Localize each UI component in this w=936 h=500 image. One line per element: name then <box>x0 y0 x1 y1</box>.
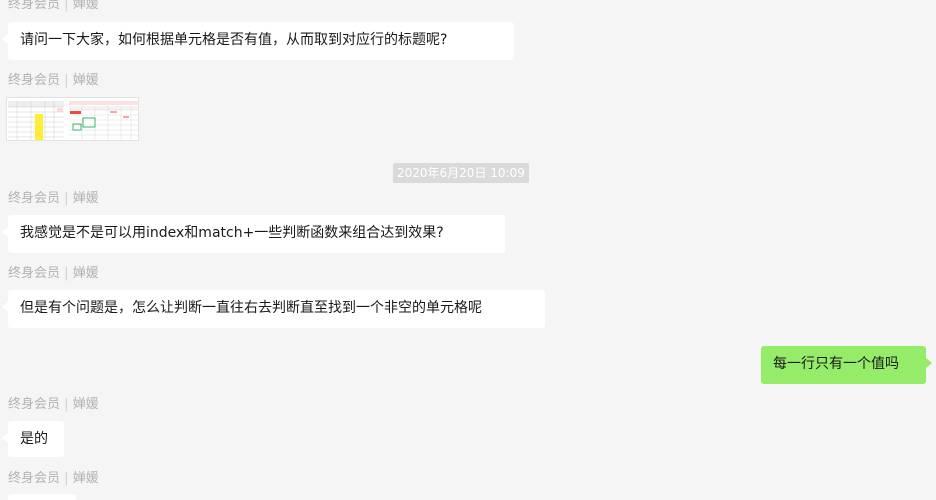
sender-separator: | <box>64 191 69 206</box>
sender-separator: | <box>64 397 69 412</box>
sender-label: 终身会员 | 婵媛 <box>8 0 99 12</box>
self-message-bubble[interactable]: 每一行只有一个值吗 <box>761 346 932 384</box>
message-bubble[interactable]: 请问一下大家，如何根据单元格是否有值，从而取到对应行的标题呢? <box>2 22 514 60</box>
sender-name: 婵媛 <box>72 73 99 88</box>
sender-level: 终身会员 <box>8 73 61 88</box>
sender-level: 终身会员 <box>8 471 61 486</box>
sender-level: 终身会员 <box>8 397 61 412</box>
message-bubble-partial[interactable] <box>8 494 76 500</box>
sender-separator: | <box>64 266 69 281</box>
sender-separator: | <box>64 73 69 88</box>
sender-name: 婵媛 <box>72 0 99 12</box>
message-bubble[interactable]: 是的 <box>2 421 64 457</box>
sender-level: 终身会员 <box>8 191 61 206</box>
sender-name: 婵媛 <box>72 471 99 486</box>
sender-label: 终身会员 | 婵媛 <box>8 398 99 412</box>
spreadsheet-thumbnail-icon <box>7 98 138 140</box>
sender-separator: | <box>64 0 69 12</box>
spreadsheet-image-attachment[interactable] <box>6 97 139 141</box>
sender-separator: | <box>64 471 69 486</box>
message-bubble[interactable]: 但是有个问题是，怎么让判断一直往右去判断直至找到一个非空的单元格呢 <box>2 290 545 328</box>
chat-message-list[interactable]: 终身会员 | 婵媛 请问一下大家，如何根据单元格是否有值，从而取到对应行的标题呢… <box>0 0 936 500</box>
sender-label: 终身会员 | 婵媛 <box>8 74 99 88</box>
sender-label: 终身会员 | 婵媛 <box>8 267 99 281</box>
sender-level: 终身会员 <box>8 0 61 12</box>
sender-label: 终身会员 | 婵媛 <box>8 192 99 206</box>
sender-name: 婵媛 <box>72 397 99 412</box>
sender-label: 终身会员 | 婵媛 <box>8 472 99 486</box>
sender-level: 终身会员 <box>8 266 61 281</box>
sender-name: 婵媛 <box>72 266 99 281</box>
timestamp-divider: 2020年6月20日 10:09 <box>393 163 529 183</box>
sender-name: 婵媛 <box>72 191 99 206</box>
message-bubble[interactable]: 我感觉是不是可以用index和match+一些判断函数来组合达到效果? <box>2 215 505 253</box>
